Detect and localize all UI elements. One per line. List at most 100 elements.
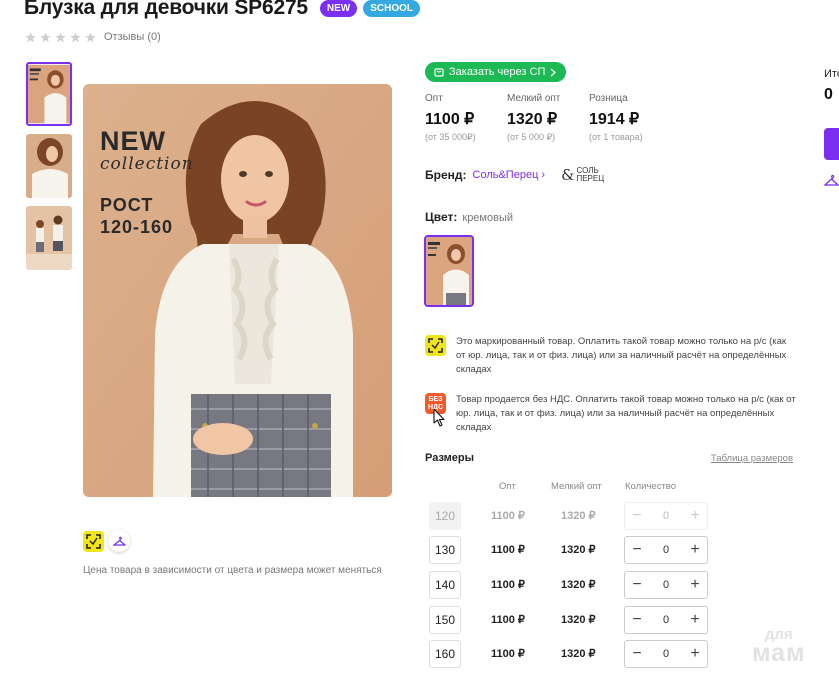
feature-icons (83, 530, 130, 552)
marked-goods-notice: Это маркированный товар. Оплатить такой … (425, 335, 796, 377)
sizes-header: Размеры Таблица размеров (425, 452, 793, 464)
quantity-value[interactable]: 0 (663, 579, 669, 591)
minus-icon: − (632, 507, 642, 524)
school-badge: SCHOOL (363, 0, 421, 17)
quantity-value[interactable]: 0 (663, 614, 669, 626)
minus-icon[interactable]: − (630, 646, 644, 662)
column-header-quantity: Количество (625, 481, 677, 492)
summary-label: Ито (824, 64, 839, 82)
no-vat-notice: БЕЗ НДС Товар продается без НДС. Оплатить… (425, 393, 796, 435)
row-price-opt: 1100 ₽ (491, 614, 525, 626)
quantity-stepper[interactable]: − 0 + (624, 536, 708, 564)
quantity-stepper[interactable]: − 0 + (624, 571, 708, 599)
thumbnail-3[interactable] (26, 206, 72, 270)
brand-label: Бренд: (425, 168, 467, 182)
column-header-small-opt: Мелкий опт (551, 481, 602, 492)
size-value: 120 (429, 502, 461, 530)
price-value: 1100 ₽ (425, 111, 475, 128)
price-block: Опт 1100 ₽ (от 35 000₽) Мелкий опт 1320 … (425, 93, 671, 143)
marked-goods-text: Это маркированный товар. Оплатить такой … (456, 336, 787, 375)
size-row: 130 1100 ₽ 1320 ₽ − 0 + (429, 536, 719, 564)
no-vat-icon-text-1: БЕЗ (428, 395, 443, 403)
product-title: Блузка для девочки SP6275 (24, 0, 308, 19)
thumbnail-2[interactable] (26, 134, 72, 198)
column-header-opt: Опт (499, 481, 516, 492)
price-note: Цена товара в зависимости от цвета и раз… (83, 565, 382, 576)
thumbnail-1[interactable] (26, 62, 72, 126)
row-price-small-opt: 1320 ₽ (561, 614, 596, 626)
plus-icon[interactable]: + (688, 646, 702, 662)
size-row: 140 1100 ₽ 1320 ₽ − 0 + (429, 571, 719, 599)
star-icon (55, 31, 66, 42)
star-icon (25, 31, 36, 42)
price-condition: (от 1 товара) (589, 132, 643, 142)
brand-name: Соль&Перец (472, 169, 539, 181)
main-product-photo[interactable]: NEW collection РОСТ 120-160 (83, 84, 392, 497)
order-via-sp-button[interactable]: Заказать через СП (425, 62, 567, 82)
hanger-icon[interactable] (108, 530, 130, 552)
new-badge: NEW (319, 0, 358, 17)
row-price-opt: 1100 ₽ (491, 544, 525, 556)
star-icon (40, 31, 51, 42)
brand-link[interactable]: Соль&Перец › (473, 169, 546, 181)
watermark-line-2: мам (752, 639, 806, 667)
hanger-icon[interactable] (823, 174, 839, 192)
price-label: Мелкий опт (507, 93, 561, 104)
size-value: 140 (429, 571, 461, 599)
row-price-small-opt: 1320 ₽ (561, 510, 596, 522)
brand-logo: & СОЛЬ ПЕРЕЦ (561, 166, 605, 184)
total-label: Ито (824, 68, 839, 80)
marking-icon (425, 335, 446, 356)
minus-icon[interactable]: − (630, 612, 644, 628)
size-table-link[interactable]: Таблица размеров (711, 453, 793, 464)
color-label: Цвет: (425, 210, 458, 224)
star-icon (85, 31, 96, 42)
price-retail: Розница 1914 ₽ (от 1 товара) (589, 93, 671, 143)
size-value: 130 (429, 536, 461, 564)
row-price-opt: 1100 ₽ (491, 648, 525, 660)
price-condition: (от 35 000₽) (425, 132, 476, 142)
color-row: Цвет: кремовый (425, 210, 513, 224)
quantity-value[interactable]: 0 (663, 544, 669, 556)
no-vat-text: Товар продается без НДС. Оплатить такой … (456, 394, 796, 433)
plus-icon[interactable]: + (688, 577, 702, 593)
watermark: для мам (752, 626, 806, 667)
plus-icon[interactable]: + (688, 612, 702, 628)
row-price-small-opt: 1320 ₽ (561, 579, 596, 591)
brand-logo-text-2: ПЕРЕЦ (576, 174, 605, 183)
size-row: 120 1100 ₽ 1320 ₽ − 0 + (429, 502, 719, 530)
size-row: 150 1100 ₽ 1320 ₽ − 0 + (429, 606, 719, 634)
row-price-small-opt: 1320 ₽ (561, 544, 596, 556)
price-label: Опт (425, 93, 443, 104)
add-to-cart-button[interactable] (824, 128, 839, 160)
size-row: 160 1100 ₽ 1320 ₽ − 0 + (429, 640, 719, 668)
plus-icon[interactable]: + (688, 542, 702, 558)
photo-text-collection: collection (100, 154, 194, 174)
size-value: 150 (429, 606, 461, 634)
photo-text-new: NEW (100, 126, 166, 156)
mouse-cursor-icon (433, 408, 447, 433)
reviews-link[interactable]: Отзывы (0) (104, 31, 161, 43)
rating-row[interactable]: Отзывы (0) (25, 31, 161, 43)
plus-icon: + (690, 507, 700, 524)
quantity-stepper[interactable]: − 0 + (624, 606, 708, 634)
minus-icon[interactable]: − (630, 577, 644, 593)
title-row: Блузка для девочки SP6275 NEW SCHOOL (24, 0, 421, 20)
sizes-title: Размеры (425, 452, 475, 464)
price-condition: (от 5 000 ₽) (507, 132, 556, 142)
price-value: 1320 ₽ (507, 111, 558, 128)
quantity-stepper: − 0 + (624, 502, 708, 530)
price-label: Розница (589, 93, 628, 104)
quantity-value: 0 (662, 510, 670, 522)
photo-text-height: РОСТ 120-160 (100, 194, 173, 238)
quantity-value[interactable]: 0 (663, 648, 669, 660)
chevron-right-icon (550, 68, 557, 76)
star-icon (70, 31, 81, 42)
marking-icon[interactable] (83, 530, 104, 552)
color-swatch-cream[interactable] (424, 235, 474, 307)
brand-row: Бренд: Соль&Перец › & СОЛЬ ПЕРЕЦ (425, 166, 604, 184)
thumbnail-gallery (26, 62, 72, 270)
quantity-stepper[interactable]: − 0 + (624, 640, 708, 668)
minus-icon[interactable]: − (630, 542, 644, 558)
color-value: кремовый (462, 212, 513, 224)
